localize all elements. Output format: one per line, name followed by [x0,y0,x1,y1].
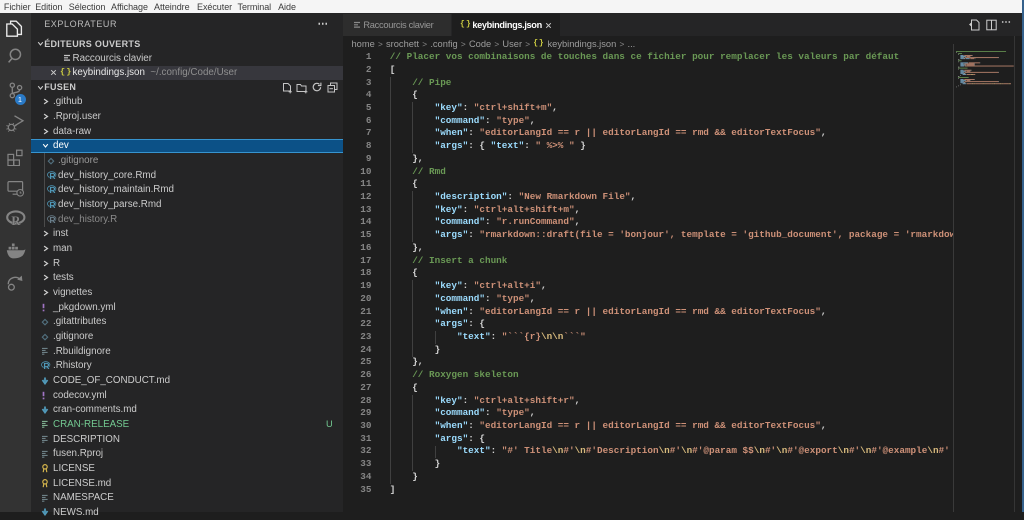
svg-text:R: R [49,171,56,180]
svg-text:R: R [11,214,21,228]
svg-text:R: R [49,215,56,224]
svg-text:R: R [49,200,56,209]
svg-text:R: R [43,361,50,370]
svg-text:R: R [49,186,56,195]
